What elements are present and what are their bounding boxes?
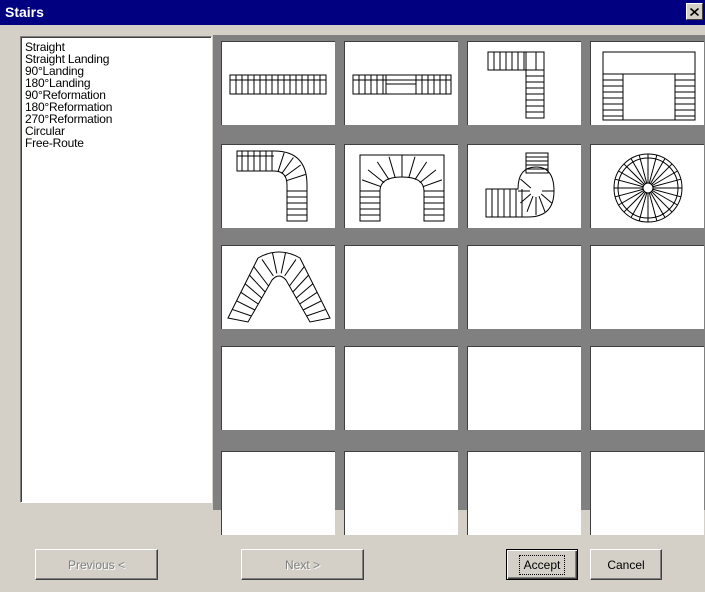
stairs-dialog: Stairs Straight Straight Landing 90°Land…	[0, 0, 705, 592]
stair-tread	[367, 169, 385, 184]
close-button[interactable]	[686, 3, 703, 20]
circular-stair-icon	[613, 153, 683, 223]
straight-stair-icon	[229, 74, 327, 95]
stair-tread	[280, 252, 286, 274]
stair-thumbnail-empty	[344, 245, 458, 329]
stair-tread	[289, 266, 305, 287]
stair-thumbnail-empty	[344, 451, 458, 535]
stair-preview-grid	[213, 35, 705, 535]
previous-button-label: Previous <	[67, 557, 126, 572]
stair-tread	[376, 161, 390, 180]
stair-thumbnail-straight-landing[interactable]	[344, 41, 458, 125]
accept-button-label: Accept	[518, 554, 566, 575]
stair-thumbnail-empty	[467, 451, 581, 535]
stair-tread	[414, 161, 428, 180]
close-icon	[690, 7, 699, 16]
90-landing-stair-icon	[487, 51, 545, 119]
stair-tread	[540, 193, 552, 204]
stair-tread	[306, 308, 326, 317]
stair-thumbnail-empty	[590, 346, 704, 430]
title-bar[interactable]: Stairs	[0, 0, 705, 25]
stair-tread	[286, 174, 306, 182]
stair-thumbnail-180-landing[interactable]	[590, 41, 704, 125]
cancel-button-label: Cancel	[607, 557, 645, 572]
stair-thumbnail-empty	[344, 346, 458, 430]
stair-thumbnail-empty	[221, 346, 335, 430]
stair-thumbnail-180-reformation[interactable]	[344, 144, 458, 228]
stair-tread	[651, 163, 673, 185]
straight-landing-stair-icon	[352, 74, 452, 95]
stair-tread	[538, 196, 546, 212]
list-item[interactable]: Free-Route	[25, 137, 211, 149]
stair-tread	[272, 252, 278, 274]
90-reformation-stair-icon	[236, 150, 308, 222]
stair-thumbnail-270-reformation[interactable]	[467, 144, 581, 228]
stair-thumbnail-circular[interactable]	[590, 144, 704, 228]
stair-tread	[422, 179, 443, 188]
stair-tread	[388, 156, 396, 178]
stair-tread	[526, 196, 534, 212]
stair-tread	[361, 179, 382, 188]
270-reformation-stair-icon	[485, 152, 555, 218]
stair-tread	[236, 300, 256, 311]
stair-tread	[623, 163, 645, 185]
stair-thumbnail-empty	[467, 245, 581, 329]
stair-tread	[261, 259, 274, 277]
stair-thumbnail-90-reformation[interactable]	[221, 144, 335, 228]
stair-thumbnail-empty	[467, 346, 581, 430]
stair-tread	[520, 178, 532, 189]
next-button[interactable]: Next >	[241, 549, 364, 580]
window-title: Stairs	[5, 4, 44, 20]
stair-type-list[interactable]: Straight Straight Landing 90°Landing 180…	[20, 36, 212, 503]
180-reformation-stair-icon	[359, 154, 445, 222]
stair-tread	[299, 291, 318, 305]
previous-button[interactable]: Previous <	[35, 549, 158, 580]
stair-thumbnail-empty	[221, 451, 335, 535]
accept-button[interactable]: Accept	[506, 549, 578, 580]
stair-tread	[651, 191, 673, 213]
stair-tread	[623, 191, 645, 213]
stair-tread	[240, 291, 259, 305]
stair-tread	[277, 152, 285, 172]
stair-thumbnail-straight[interactable]	[221, 41, 335, 125]
stair-thumbnail-empty	[590, 451, 704, 535]
cancel-button[interactable]: Cancel	[590, 549, 662, 580]
next-button-label: Next >	[284, 557, 320, 572]
stair-tread	[284, 259, 297, 277]
stair-thumbnail-free-route[interactable]	[221, 245, 335, 329]
stair-thumbnail-90-landing[interactable]	[467, 41, 581, 125]
stair-tread	[302, 300, 322, 311]
180-landing-stair-icon	[602, 51, 696, 121]
stair-tread	[408, 156, 416, 178]
stair-tread	[419, 169, 437, 184]
stair-thumbnail-empty	[590, 245, 704, 329]
free-route-stair-icon	[227, 251, 331, 323]
stair-tread	[232, 308, 252, 317]
stair-tread	[253, 266, 269, 287]
